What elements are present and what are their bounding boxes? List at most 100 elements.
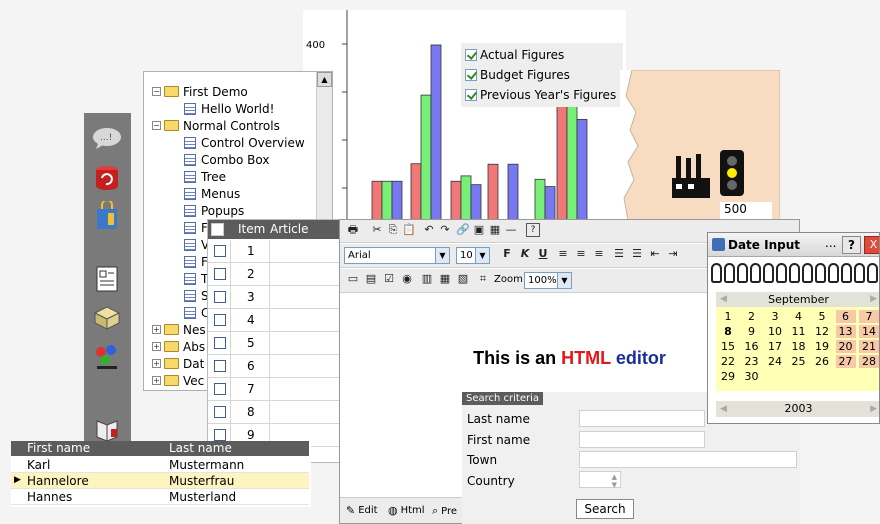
table-row[interactable]: 3 [208,286,346,309]
tree-node[interactable]: C [184,304,209,321]
calendar-day[interactable]: 18 [789,340,809,353]
date-window-titlebar[interactable]: Date Input ... ? X [708,233,879,257]
calendar-day[interactable]: 9 [742,325,762,338]
tree-node[interactable]: T [184,270,208,287]
tree-node[interactable]: Combo Box [184,151,270,168]
more-button[interactable]: ... [825,236,836,250]
row-checkbox[interactable] [214,429,226,441]
map-icon[interactable] [92,303,122,333]
column-header-article[interactable]: Article [270,222,309,236]
image-icon[interactable]: ▣ [472,223,486,237]
print-icon[interactable]: 🖶 [346,223,360,237]
calendar-day[interactable]: 7 [859,310,879,323]
calendar-day[interactable]: 14 [859,325,879,338]
checkbox-icon[interactable]: ☑ [382,272,396,286]
expand-icon[interactable]: + [152,342,161,351]
town-input[interactable] [579,451,797,468]
tree-node[interactable]: + Dat [152,355,204,372]
tree-node[interactable]: Menus [184,185,240,202]
table-row[interactable]: 7 [208,378,346,401]
expand-icon[interactable]: + [152,359,161,368]
legend-checkbox[interactable] [465,69,477,81]
calendar-day[interactable]: 3 [765,310,785,323]
calendar-day[interactable]: 6 [835,310,856,323]
column-header-last-name[interactable]: Last name [169,441,232,455]
align-center-icon[interactable]: ≡ [574,247,588,261]
redo-icon[interactable]: ↷ [438,223,452,237]
calendar-day[interactable]: 2 [742,310,762,323]
calendar-day[interactable]: 22 [718,355,738,368]
outdent-icon[interactable]: ⇤ [648,247,662,261]
calendar-day[interactable]: 8 [718,325,738,338]
tree-node[interactable]: + Abs [152,338,205,355]
italic-button[interactable]: K [518,247,532,261]
calendar-day[interactable]: 1 [718,310,738,323]
tree-node[interactable]: + Vec [152,372,204,389]
database-refresh-icon[interactable] [92,163,122,193]
scroll-up-icon[interactable]: ▲ [317,72,332,87]
legend-checkbox[interactable] [465,89,477,101]
horizontal-rule-icon[interactable]: — [504,223,518,237]
calendar-day[interactable]: 29 [718,370,738,383]
calendar-day[interactable]: 5 [812,310,832,323]
tree-node[interactable]: F [184,253,208,270]
indent-icon[interactable]: ⇥ [666,247,680,261]
row-checkbox[interactable] [214,291,226,303]
close-button[interactable]: X [864,236,879,254]
search-button[interactable]: Search [576,499,634,519]
underline-button[interactable]: U [536,247,550,261]
zoom-select[interactable]: 100% ▼ [524,272,572,289]
tree-node[interactable]: Tree [184,168,226,185]
undo-icon[interactable]: ↶ [422,223,436,237]
collapse-icon[interactable]: − [152,87,161,96]
expand-icon[interactable]: + [152,376,161,385]
calendar-day[interactable]: 23 [742,355,762,368]
row-checkbox[interactable] [214,383,226,395]
button-field-icon[interactable]: ▦ [438,272,452,286]
help-button[interactable]: ? [842,236,861,254]
row-checkbox[interactable] [214,406,226,418]
table-row[interactable]: 4 [208,309,346,332]
country-select[interactable]: ▲ ▼ [579,471,621,489]
font-size-select[interactable]: 10 ▼ [456,247,490,264]
legend-checkbox[interactable] [465,49,477,61]
tree-node[interactable]: + Nes [152,321,206,338]
table-row[interactable]: 8 [208,401,346,424]
calendar-day[interactable]: 27 [835,355,856,368]
radio-icon[interactable]: ◉ [400,272,414,286]
paste-icon[interactable]: 📋 [402,223,416,237]
row-checkbox[interactable] [214,268,226,280]
hidden-field-icon[interactable]: ▧ [456,272,470,286]
first-name-input[interactable] [579,431,705,448]
table-row[interactable]: 6 [208,355,346,378]
last-name-input[interactable] [579,410,705,427]
tab-preview[interactable]: ⌕ Pre [432,504,457,518]
calendar-day[interactable]: 13 [835,325,856,338]
column-header-item[interactable]: Item [238,222,265,236]
copy-icon[interactable]: ⎘ [386,223,400,237]
calendar-day[interactable]: 28 [859,355,879,368]
help-icon[interactable]: ? [526,223,540,237]
calendar-day[interactable]: 17 [765,340,785,353]
chat-bubble-icon[interactable]: ...! [92,123,122,153]
column-header-first-name[interactable]: First name [27,441,90,455]
row-checkbox[interactable] [214,360,226,372]
calendar-day[interactable]: 20 [835,340,856,353]
table-row[interactable]: 2 [208,263,346,286]
tree-node[interactable]: V [184,236,209,253]
row-checkbox[interactable] [214,245,226,257]
link-icon[interactable]: 🔗 [456,223,470,237]
calendar-day[interactable]: 4 [789,310,809,323]
legend-item-actual[interactable]: Actual Figures [465,45,619,65]
calendar-day[interactable]: 19 [812,340,832,353]
calendar-day[interactable]: 25 [789,355,809,368]
next-year-icon[interactable]: ▶ [870,401,877,417]
align-left-icon[interactable]: ≡ [556,247,570,261]
calendar-day[interactable]: 30 [742,370,762,383]
tab-edit[interactable]: ✎ Edit [346,504,378,517]
align-right-icon[interactable]: ≡ [592,247,606,261]
tab-html[interactable]: ◍ Html [388,504,425,517]
tree-node[interactable]: S [184,287,209,304]
properties-icon[interactable]: ⌗ [476,272,490,286]
table-row[interactable]: 1 [208,240,346,263]
